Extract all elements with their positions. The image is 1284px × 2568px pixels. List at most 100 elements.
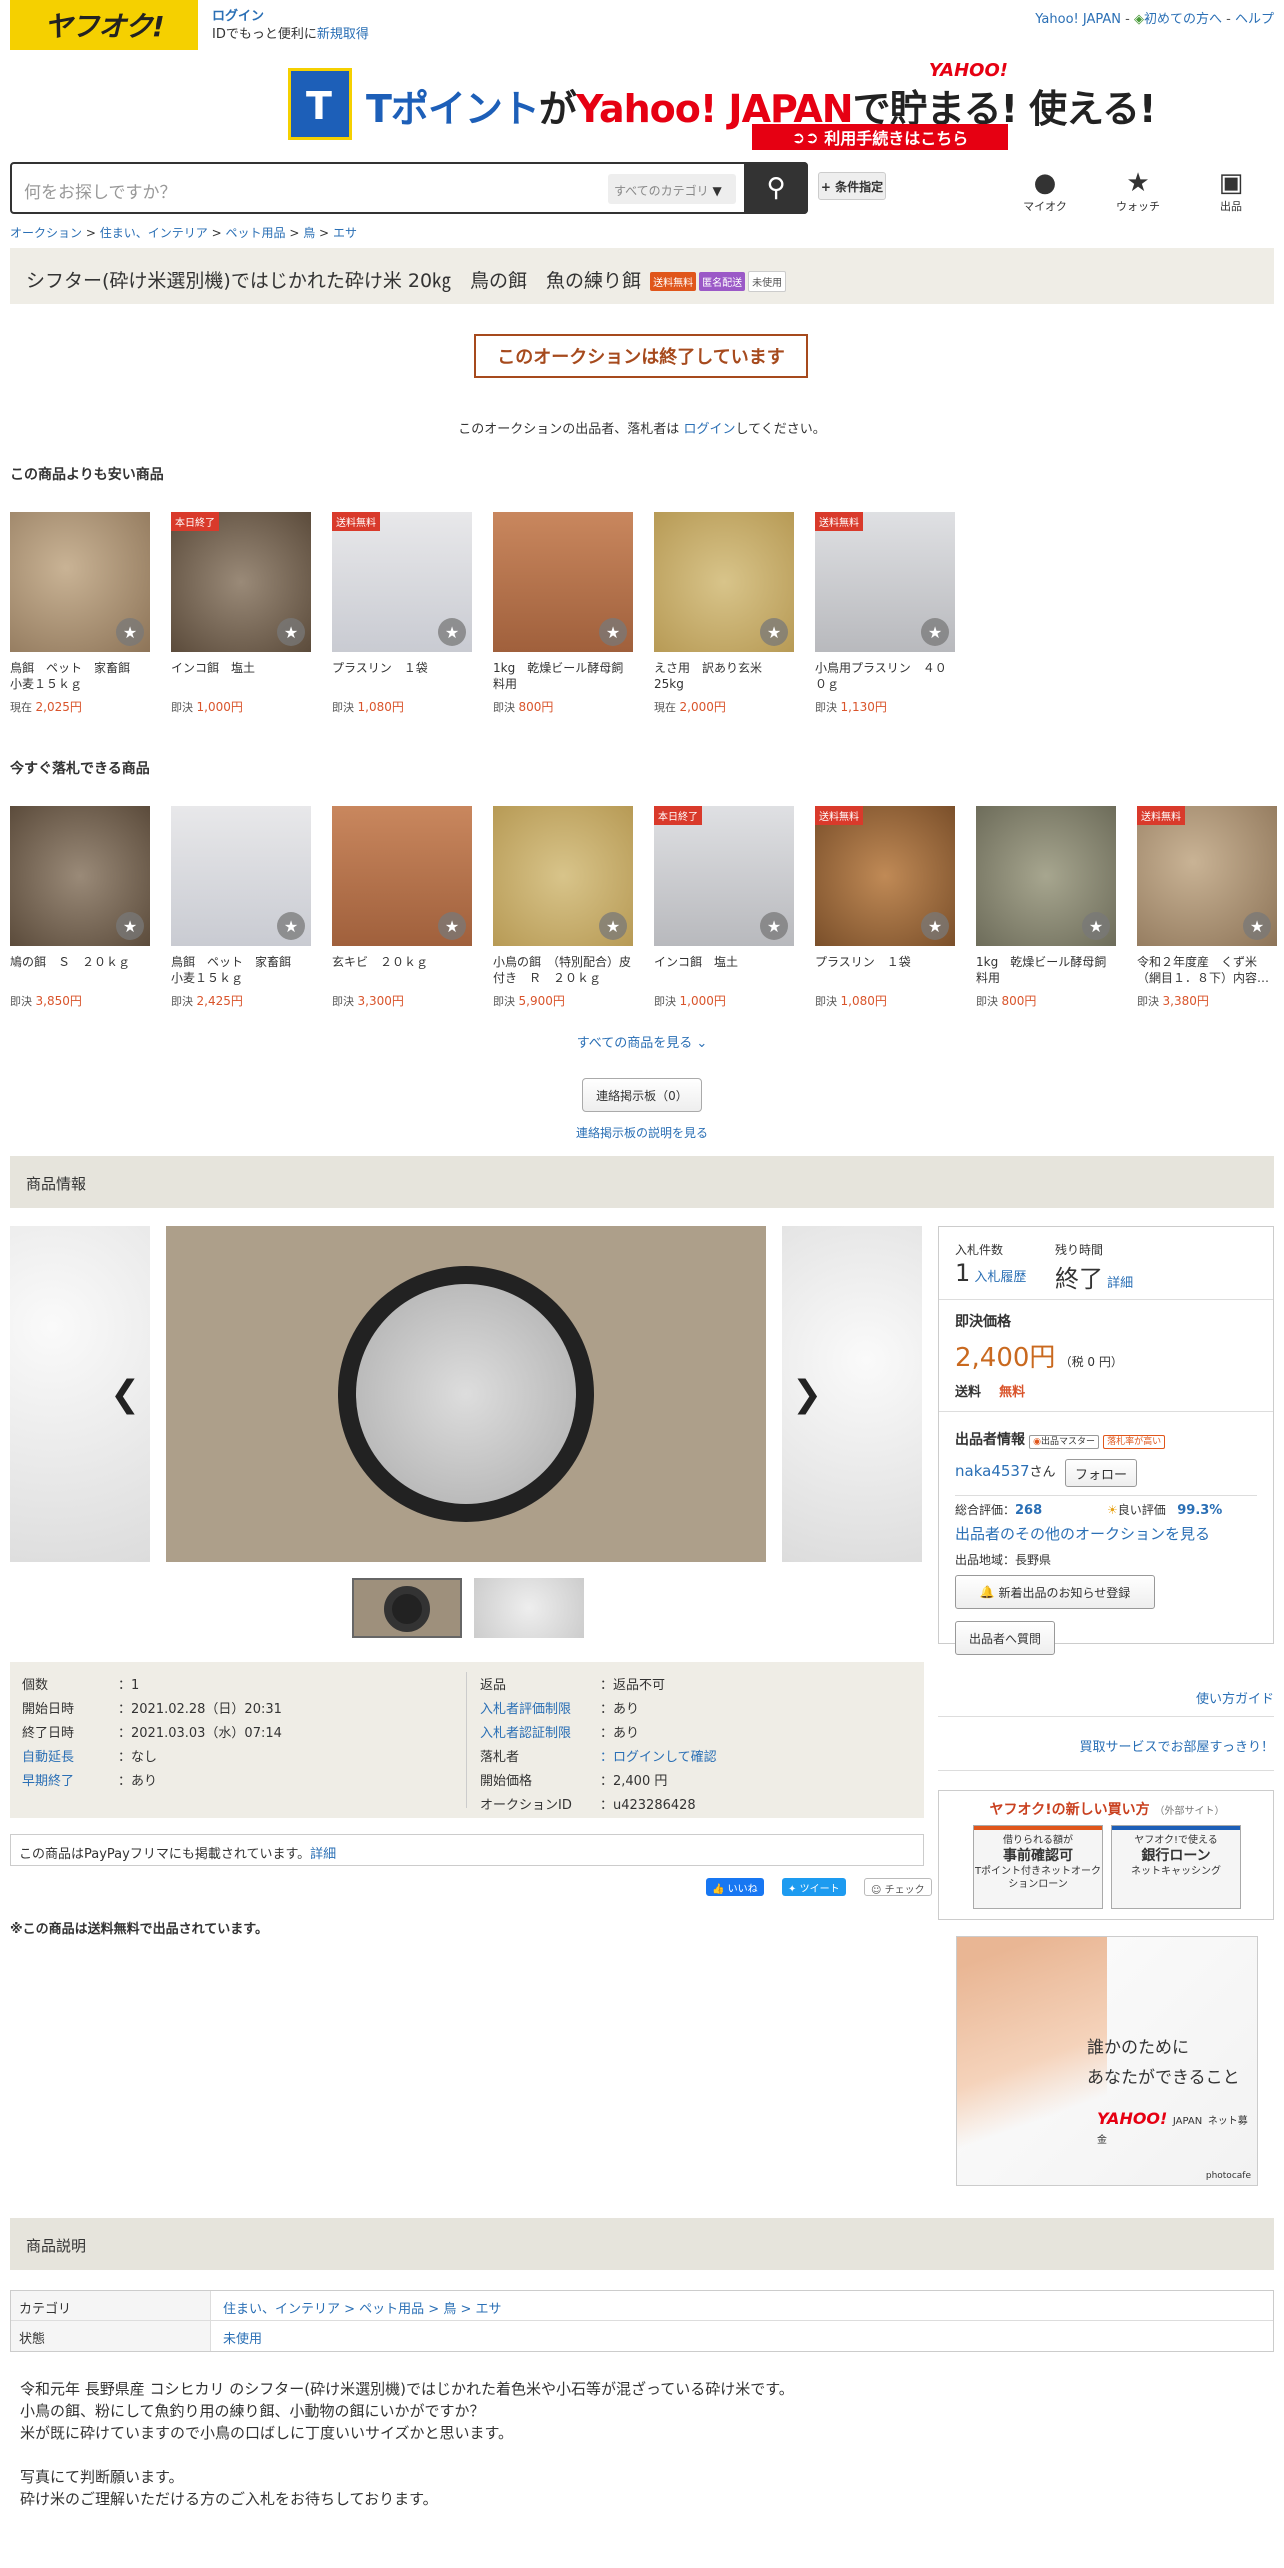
gallery-next-icon[interactable]: ❯: [792, 1374, 822, 1415]
product-thumbnail[interactable]: ★: [332, 806, 472, 946]
product-card[interactable]: ★ 小鳥の餌 （特別配合）皮付き Ｒ ２０ｋｇ 即決 5,900円: [493, 806, 633, 1009]
watch-star-icon[interactable]: ★: [116, 618, 144, 646]
watch-star-icon[interactable]: ★: [116, 912, 144, 940]
banner-button[interactable]: ➲➲ 利用手続きはこちら: [752, 124, 1008, 150]
breadcrumb-item[interactable]: ペット用品: [225, 226, 285, 240]
donation-ad[interactable]: 誰かのために あなたができること YAHOO! JAPAN ネット募金 photo…: [956, 1936, 1258, 2187]
product-card[interactable]: 送料無料 ★ 令和２年度産 くず米（網目１．８下）内容… 即決 3,380円: [1137, 806, 1277, 1009]
product-thumbnail[interactable]: ★: [171, 806, 311, 946]
seller-name-link[interactable]: naka4537: [955, 1462, 1030, 1480]
watch-star-icon[interactable]: ★: [277, 618, 305, 646]
tpoint-banner[interactable]: T TポイントがYahoo! JAPANで貯まる! 使える! YAHOO! ➲➲…: [288, 60, 1156, 152]
product-name[interactable]: プラスリン １袋: [332, 660, 472, 692]
detail-label[interactable]: 入札者認証制限: [480, 1722, 600, 1746]
category-select[interactable]: すべてのカテゴリ ▼: [608, 174, 736, 204]
check-button[interactable]: ☺ チェック: [864, 1878, 932, 1896]
advanced-search-button[interactable]: + 条件指定: [818, 172, 886, 200]
breadcrumb-item[interactable]: オークション: [10, 226, 82, 240]
product-thumbnail[interactable]: ★: [10, 806, 150, 946]
product-card[interactable]: 送料無料 ★ プラスリン １袋 即決 1,080円: [332, 512, 472, 715]
detail-value[interactable]: ：ログインして確認: [600, 1746, 717, 1770]
product-card[interactable]: ★ 1kg 乾燥ビール酵母飼料用 即決 800円: [493, 512, 633, 715]
sell-link[interactable]: ▣ 出品: [1196, 168, 1266, 214]
product-card[interactable]: 送料無料 ★ プラスリン １袋 即決 1,080円: [815, 806, 955, 1009]
detail-label[interactable]: 自動延長: [22, 1746, 118, 1770]
watch-star-icon[interactable]: ★: [1082, 912, 1110, 940]
product-name[interactable]: 1kg 乾燥ビール酵母飼料用: [976, 954, 1116, 986]
notify-button[interactable]: 🔔 新着出品のお知らせ登録: [955, 1575, 1155, 1609]
see-all-link[interactable]: すべての商品を見る ⌄: [0, 1032, 1284, 1051]
yahoo-japan-link[interactable]: Yahoo! JAPAN: [1035, 12, 1121, 27]
product-card[interactable]: 本日終了 ★ インコ餌 塩土 即決 1,000円: [654, 806, 794, 1009]
breadcrumb-item[interactable]: エサ: [333, 226, 357, 240]
loan-box-1[interactable]: 借りられる額が 事前確認可 Tポイント付きネットオークションローン: [973, 1825, 1103, 1909]
watch-star-icon[interactable]: ★: [438, 618, 466, 646]
product-thumbnail[interactable]: 本日終了 ★: [654, 806, 794, 946]
product-card[interactable]: ★ 鳥餌 ペット 家畜餌 小麦１５ｋｇ 即決 2,425円: [171, 806, 311, 1009]
thumbnail-2[interactable]: [474, 1578, 584, 1638]
product-name[interactable]: 小鳥用プラスリン ４００ｇ: [815, 660, 955, 692]
help-link[interactable]: ヘルプ: [1235, 12, 1274, 27]
product-name[interactable]: インコ餌 塩土: [654, 954, 794, 986]
product-name[interactable]: 令和２年度産 くず米（網目１．８下）内容…: [1137, 954, 1277, 986]
paypay-detail-link[interactable]: 詳細: [310, 1847, 336, 1862]
loan-box-2[interactable]: ヤフオク!で使える 銀行ローン ネットキャッシング: [1111, 1825, 1241, 1909]
ask-seller-button[interactable]: 出品者へ質問: [955, 1621, 1055, 1655]
myauction-link[interactable]: ● マイオク: [1010, 168, 1080, 214]
buy-service-link[interactable]: 買取サービスでお部屋すっきり！: [1080, 1736, 1274, 1755]
product-card[interactable]: ★ 鳩の餌 Ｓ ２０ｋｇ 即決 3,850円: [10, 806, 150, 1009]
watch-star-icon[interactable]: ★: [760, 618, 788, 646]
watch-link[interactable]: ★ ウォッチ: [1103, 168, 1173, 214]
bbs-help-link[interactable]: 連絡掲示板の説明を見る: [0, 1124, 1284, 1141]
product-card[interactable]: 本日終了 ★ インコ餌 塩土 即決 1,000円: [171, 512, 311, 715]
product-name[interactable]: インコ餌 塩土: [171, 660, 311, 692]
search-box[interactable]: 何をお探しですか？ すべてのカテゴリ ▼: [10, 162, 808, 214]
product-name[interactable]: えさ用 訳あり玄米 25kg: [654, 660, 794, 692]
remaining-detail-link[interactable]: 詳細: [1107, 1276, 1133, 1291]
product-thumbnail[interactable]: 送料無料 ★: [815, 806, 955, 946]
login-link[interactable]: ログイン: [212, 8, 369, 26]
product-name[interactable]: 小鳥の餌 （特別配合）皮付き Ｒ ２０ｋｇ: [493, 954, 633, 986]
watch-star-icon[interactable]: ★: [599, 912, 627, 940]
product-thumbnail[interactable]: ★: [493, 806, 633, 946]
product-name[interactable]: 1kg 乾燥ビール酵母飼料用: [493, 660, 633, 692]
watch-star-icon[interactable]: ★: [760, 912, 788, 940]
product-card[interactable]: ★ 玄キビ ２０ｋｇ 即決 3,300円: [332, 806, 472, 1009]
watch-star-icon[interactable]: ★: [921, 618, 949, 646]
product-name[interactable]: 鳥餌 ペット 家畜餌 小麦１５ｋｇ: [10, 660, 150, 692]
guide-link[interactable]: 使い方ガイド: [1196, 1688, 1274, 1707]
rating-value-link[interactable]: 268: [1015, 1503, 1042, 1518]
product-card[interactable]: ★ えさ用 訳あり玄米 25kg 現在 2,000円: [654, 512, 794, 715]
signup-link[interactable]: 新規取得: [317, 27, 369, 42]
watch-star-icon[interactable]: ★: [599, 618, 627, 646]
bid-history-link[interactable]: 入札履歴: [974, 1270, 1026, 1285]
category-value-link[interactable]: 住まい、インテリア > ペット用品 > 鳥 > エサ: [211, 2291, 513, 2320]
bbs-button[interactable]: 連絡掲示板（0）: [582, 1078, 702, 1112]
search-button[interactable]: ⚲: [744, 162, 808, 214]
product-name[interactable]: プラスリン １袋: [815, 954, 955, 986]
product-card[interactable]: ★ 1kg 乾燥ビール酵母飼料用 即決 800円: [976, 806, 1116, 1009]
product-thumbnail[interactable]: 送料無料 ★: [332, 512, 472, 652]
breadcrumb-item[interactable]: 鳥: [303, 226, 315, 240]
watch-star-icon[interactable]: ★: [1243, 912, 1271, 940]
product-thumbnail[interactable]: ★: [976, 806, 1116, 946]
product-name[interactable]: 玄キビ ２０ｋｇ: [332, 954, 472, 986]
gallery-prev-image[interactable]: ❮: [10, 1226, 150, 1562]
yahuoku-logo[interactable]: ヤフオク!: [10, 0, 198, 50]
watch-star-icon[interactable]: ★: [277, 912, 305, 940]
product-card[interactable]: 送料無料 ★ 小鳥用プラスリン ４００ｇ 即決 1,130円: [815, 512, 955, 715]
detail-label[interactable]: 早期終了: [22, 1770, 118, 1794]
first-time-link[interactable]: 初めての方へ: [1144, 12, 1222, 27]
tweet-button[interactable]: ✦ ツイート: [782, 1878, 846, 1896]
ended-login-link[interactable]: ログイン: [683, 422, 735, 437]
watch-star-icon[interactable]: ★: [921, 912, 949, 940]
gallery-prev-icon[interactable]: ❮: [110, 1374, 140, 1415]
product-card[interactable]: ★ 鳥餌 ペット 家畜餌 小麦１５ｋｇ 現在 2,025円: [10, 512, 150, 715]
search-input[interactable]: 何をお探しですか？: [24, 178, 177, 203]
product-thumbnail[interactable]: 送料無料 ★: [815, 512, 955, 652]
product-thumbnail[interactable]: 送料無料 ★: [1137, 806, 1277, 946]
product-thumbnail[interactable]: 本日終了 ★: [171, 512, 311, 652]
other-auctions-link[interactable]: 出品者のその他のオークションを見る: [955, 1523, 1210, 1544]
detail-label[interactable]: 入札者評価制限: [480, 1698, 600, 1722]
facebook-like-button[interactable]: 👍 いいね: [706, 1878, 764, 1896]
